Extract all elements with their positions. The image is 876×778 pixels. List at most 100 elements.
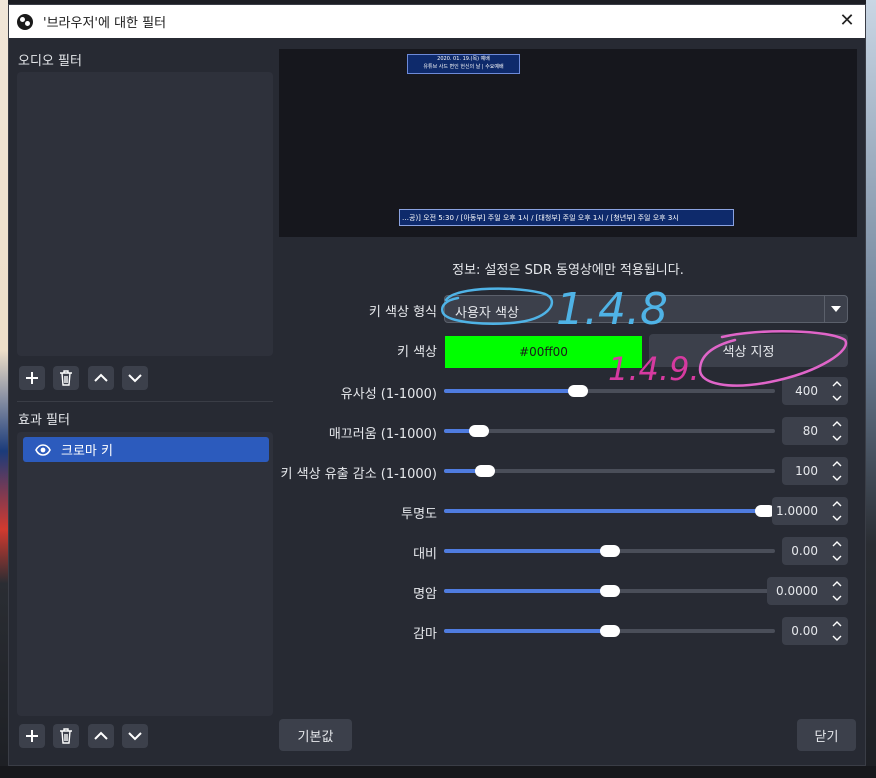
effect-filters-list[interactable] — [17, 432, 273, 716]
filter-preview: 2020. 01. 19.(목) 예배 유튜브 사드 변인 헌신의 날 | 수요… — [279, 49, 857, 237]
key-color-type-select[interactable]: 사용자 색상 — [444, 295, 848, 323]
number-spinbox[interactable]: 1.0000 — [772, 497, 848, 525]
chevron-up-icon — [94, 731, 108, 740]
slider-fill — [444, 509, 765, 513]
close-window-button[interactable]: ✕ — [835, 9, 859, 33]
slider-label: 명암 — [413, 587, 437, 602]
spin-down-icon[interactable] — [826, 431, 848, 445]
spin-up-icon[interactable] — [826, 417, 848, 431]
audio-filters-label: 오디오 필터 — [18, 54, 82, 69]
slider[interactable] — [444, 461, 775, 481]
number-spinbox[interactable]: 0.0000 — [767, 577, 848, 605]
key-color-type-label: 키 색상 형식 — [368, 305, 437, 320]
filters-divider — [17, 401, 273, 402]
slider-label: 키 색상 유출 감소 (1-1000) — [280, 467, 437, 482]
spinbox-value[interactable]: 0.0000 — [767, 577, 822, 605]
slider-fill — [444, 629, 610, 633]
move-audio-filter-down-button[interactable] — [122, 366, 148, 390]
slider[interactable] — [444, 581, 775, 601]
key-color-swatch: #00ff00 — [445, 336, 642, 368]
chevron-down-icon — [128, 732, 142, 741]
slider-label: 대비 — [413, 547, 437, 562]
spin-down-icon[interactable] — [826, 471, 848, 485]
spin-down-icon[interactable] — [826, 391, 848, 405]
add-effect-filter-button[interactable] — [19, 724, 45, 748]
spinbox-value[interactable]: 80 — [782, 417, 822, 445]
filters-dialog: '브라우저'에 대한 필터 ✕ 오디오 필터 효과 필터 크로마 키 2020.… — [8, 4, 866, 766]
spin-up-icon[interactable] — [826, 457, 848, 471]
add-audio-filter-button[interactable] — [19, 366, 45, 390]
trash-icon — [60, 728, 72, 744]
slider[interactable] — [444, 541, 775, 561]
spin-up-icon[interactable] — [826, 617, 848, 631]
key-color-label: 키 색상 — [396, 345, 437, 360]
remove-audio-filter-button[interactable] — [53, 366, 79, 390]
slider-handle[interactable] — [600, 545, 620, 557]
number-spinbox[interactable]: 0.00 — [782, 617, 848, 645]
preview-overlay-title: 2020. 01. 19.(목) 예배 유튜브 사드 변인 헌신의 날 | 수요… — [407, 54, 520, 74]
spin-down-icon[interactable] — [826, 551, 848, 565]
chevron-up-icon — [94, 373, 108, 382]
spin-down-icon[interactable] — [826, 631, 848, 645]
slider-fill — [444, 389, 578, 393]
chevron-down-icon — [128, 374, 142, 383]
spin-up-icon[interactable] — [826, 537, 848, 551]
key-color-type-value: 사용자 색상 — [455, 306, 519, 321]
select-color-button[interactable]: 색상 지정 — [649, 334, 848, 367]
plus-icon — [26, 372, 38, 384]
slider-handle[interactable] — [600, 585, 620, 597]
desktop-background-left — [0, 0, 8, 778]
slider[interactable] — [444, 621, 775, 641]
slider-label: 감마 — [413, 627, 437, 642]
plus-icon — [26, 730, 38, 742]
spinbox-value[interactable]: 0.00 — [782, 537, 822, 565]
spinbox-value[interactable]: 100 — [782, 457, 822, 485]
slider-fill — [444, 589, 610, 593]
preview-overlay-title-line: 유튜브 사드 변인 헌신의 날 | 수요예배 — [423, 64, 504, 70]
slider-label: 매끄러움 (1-1000) — [328, 427, 437, 442]
spin-up-icon[interactable] — [826, 377, 848, 391]
audio-filters-list[interactable] — [17, 72, 273, 356]
number-spinbox[interactable]: 80 — [782, 417, 848, 445]
slider-label: 유사성 (1-1000) — [340, 387, 437, 402]
spin-down-icon[interactable] — [826, 511, 848, 525]
effect-filter-label: 크로마 키 — [61, 444, 113, 459]
preview-overlay-title-line: 2020. 01. 19.(목) 예배 — [437, 56, 490, 62]
slider-handle[interactable] — [568, 385, 588, 397]
move-effect-filter-up-button[interactable] — [88, 724, 114, 748]
window-title: '브라우저'에 대한 필터 — [43, 16, 167, 31]
slider[interactable] — [444, 381, 775, 401]
obs-logo-icon — [17, 13, 33, 30]
spin-down-icon[interactable] — [826, 591, 848, 605]
spinbox-value[interactable]: 1.0000 — [772, 497, 822, 525]
spinbox-value[interactable]: 0.00 — [782, 617, 822, 645]
slider-label: 투명도 — [401, 507, 437, 522]
remove-effect-filter-button[interactable] — [53, 724, 79, 748]
slider[interactable] — [444, 421, 775, 441]
eye-icon[interactable] — [35, 443, 51, 456]
number-spinbox[interactable]: 0.00 — [782, 537, 848, 565]
effect-filters-label: 효과 필터 — [18, 413, 70, 428]
title-bar: '브라우저'에 대한 필터 ✕ — [9, 5, 865, 38]
close-button[interactable]: 닫기 — [797, 719, 856, 751]
effect-filter-item-chroma-key[interactable]: 크로마 키 — [23, 437, 269, 462]
defaults-button[interactable]: 기본값 — [279, 719, 352, 751]
info-text: 정보: 설정은 SDR 동영상에만 적용됩니다. — [452, 263, 684, 278]
number-spinbox[interactable]: 100 — [782, 457, 848, 485]
slider-track[interactable] — [444, 429, 775, 433]
move-audio-filter-up-button[interactable] — [88, 366, 114, 390]
slider-handle[interactable] — [600, 625, 620, 637]
slider-handle[interactable] — [469, 425, 489, 437]
move-effect-filter-down-button[interactable] — [122, 724, 148, 748]
trash-icon — [60, 370, 72, 386]
desktop-background-right — [866, 0, 876, 778]
spin-up-icon[interactable] — [826, 497, 848, 511]
slider-fill — [444, 549, 610, 553]
desktop-background-bottom — [0, 766, 876, 778]
spinbox-value[interactable]: 400 — [782, 377, 822, 405]
spin-up-icon[interactable] — [826, 577, 848, 591]
number-spinbox[interactable]: 400 — [782, 377, 848, 405]
slider-handle[interactable] — [475, 465, 495, 477]
slider[interactable] — [444, 501, 775, 521]
chevron-down-icon — [824, 296, 847, 322]
